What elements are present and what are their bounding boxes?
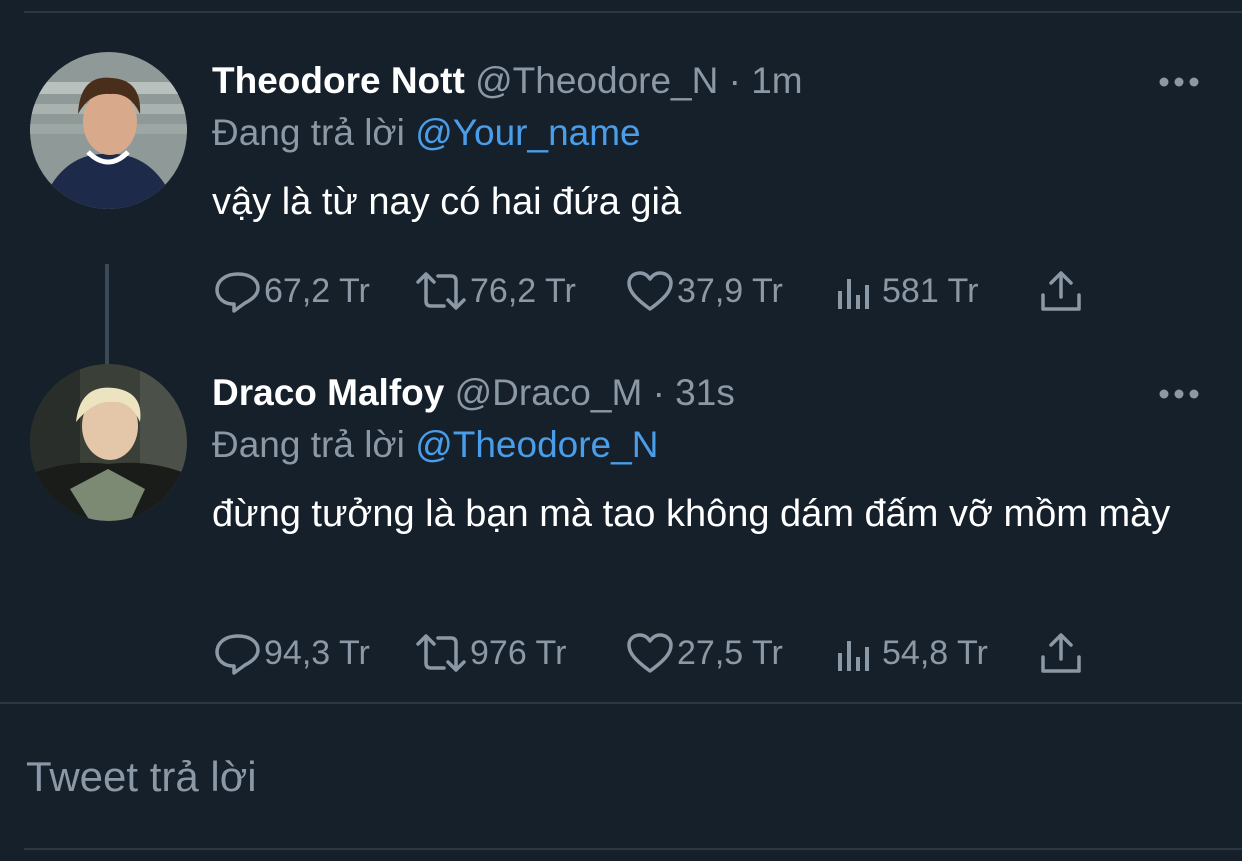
retweet-button[interactable]: 976 Tr xyxy=(414,628,566,678)
timestamp[interactable]: 1m xyxy=(751,60,802,101)
share-icon xyxy=(1041,271,1081,311)
views-button[interactable]: 54,8 Tr xyxy=(834,628,988,678)
display-name[interactable]: Draco Malfoy xyxy=(212,372,444,413)
separator-dot: · xyxy=(728,60,741,101)
retweet-count: 976 Tr xyxy=(470,633,567,672)
reply-input[interactable]: Tweet trả lời xyxy=(26,750,257,804)
avatar-photo xyxy=(30,52,187,209)
avatar[interactable] xyxy=(30,364,187,521)
replying-to: Đang trả lời @Your_name xyxy=(212,110,641,156)
view-count: 581 Tr xyxy=(882,271,979,310)
separator-dot: · xyxy=(652,372,665,413)
like-count: 27,5 Tr xyxy=(677,633,783,672)
share-button[interactable] xyxy=(1038,266,1084,316)
replying-to-label: Đang trả lời xyxy=(212,112,405,153)
reply-icon xyxy=(215,634,260,675)
reply-button[interactable]: 67,2 Tr xyxy=(212,266,370,316)
reply-count: 67,2 Tr xyxy=(264,271,370,310)
top-divider xyxy=(24,11,1242,13)
like-button[interactable]: 27,5 Tr xyxy=(625,628,783,678)
reply-count: 94,3 Tr xyxy=(264,633,370,672)
avatar[interactable] xyxy=(30,52,187,209)
user-handle[interactable]: @Draco_M xyxy=(455,372,643,413)
views-icon xyxy=(838,641,869,671)
user-handle[interactable]: @Theodore_N xyxy=(475,60,718,101)
retweet-count: 76,2 Tr xyxy=(470,271,576,310)
mention-link[interactable]: @Theodore_N xyxy=(415,424,658,465)
views-button[interactable]: 581 Tr xyxy=(834,266,978,316)
views-icon xyxy=(838,279,869,309)
tweet-actions: 67,2 Tr 76,2 Tr 37,9 Tr 581 Tr xyxy=(212,266,1112,316)
retweet-icon xyxy=(416,272,466,310)
heart-icon xyxy=(627,271,673,311)
reply-box-divider xyxy=(0,702,1242,704)
reply-button[interactable]: 94,3 Tr xyxy=(212,628,370,678)
share-icon xyxy=(1041,633,1081,673)
tweet-actions: 94,3 Tr 976 Tr 27,5 Tr 54,8 Tr xyxy=(212,628,1112,678)
tweet-header: Draco Malfoy @Draco_M · 31s xyxy=(212,370,735,416)
tweet-header: Theodore Nott @Theodore_N · 1m xyxy=(212,58,803,104)
retweet-icon xyxy=(416,634,466,672)
avatar-photo xyxy=(30,364,187,521)
like-button[interactable]: 37,9 Tr xyxy=(625,266,783,316)
reply-icon xyxy=(215,272,260,313)
like-count: 37,9 Tr xyxy=(677,271,783,310)
heart-icon xyxy=(627,633,673,673)
more-options-icon[interactable] xyxy=(1158,72,1200,92)
mention-link[interactable]: @Your_name xyxy=(415,112,640,153)
tweet-text: đừng tưởng là bạn mà tao không dám đấm v… xyxy=(212,493,1171,535)
more-options-icon[interactable] xyxy=(1158,384,1200,404)
timestamp[interactable]: 31s xyxy=(675,372,735,413)
display-name[interactable]: Theodore Nott xyxy=(212,60,465,101)
replying-to: Đang trả lời @Theodore_N xyxy=(212,422,658,468)
replying-to-label: Đang trả lời xyxy=(212,424,405,465)
reply-input-underline xyxy=(24,848,1242,850)
tweet-text: vậy là từ nay có hai đứa già xyxy=(212,181,682,223)
share-button[interactable] xyxy=(1038,628,1084,678)
view-count: 54,8 Tr xyxy=(882,633,988,672)
retweet-button[interactable]: 76,2 Tr xyxy=(414,266,576,316)
